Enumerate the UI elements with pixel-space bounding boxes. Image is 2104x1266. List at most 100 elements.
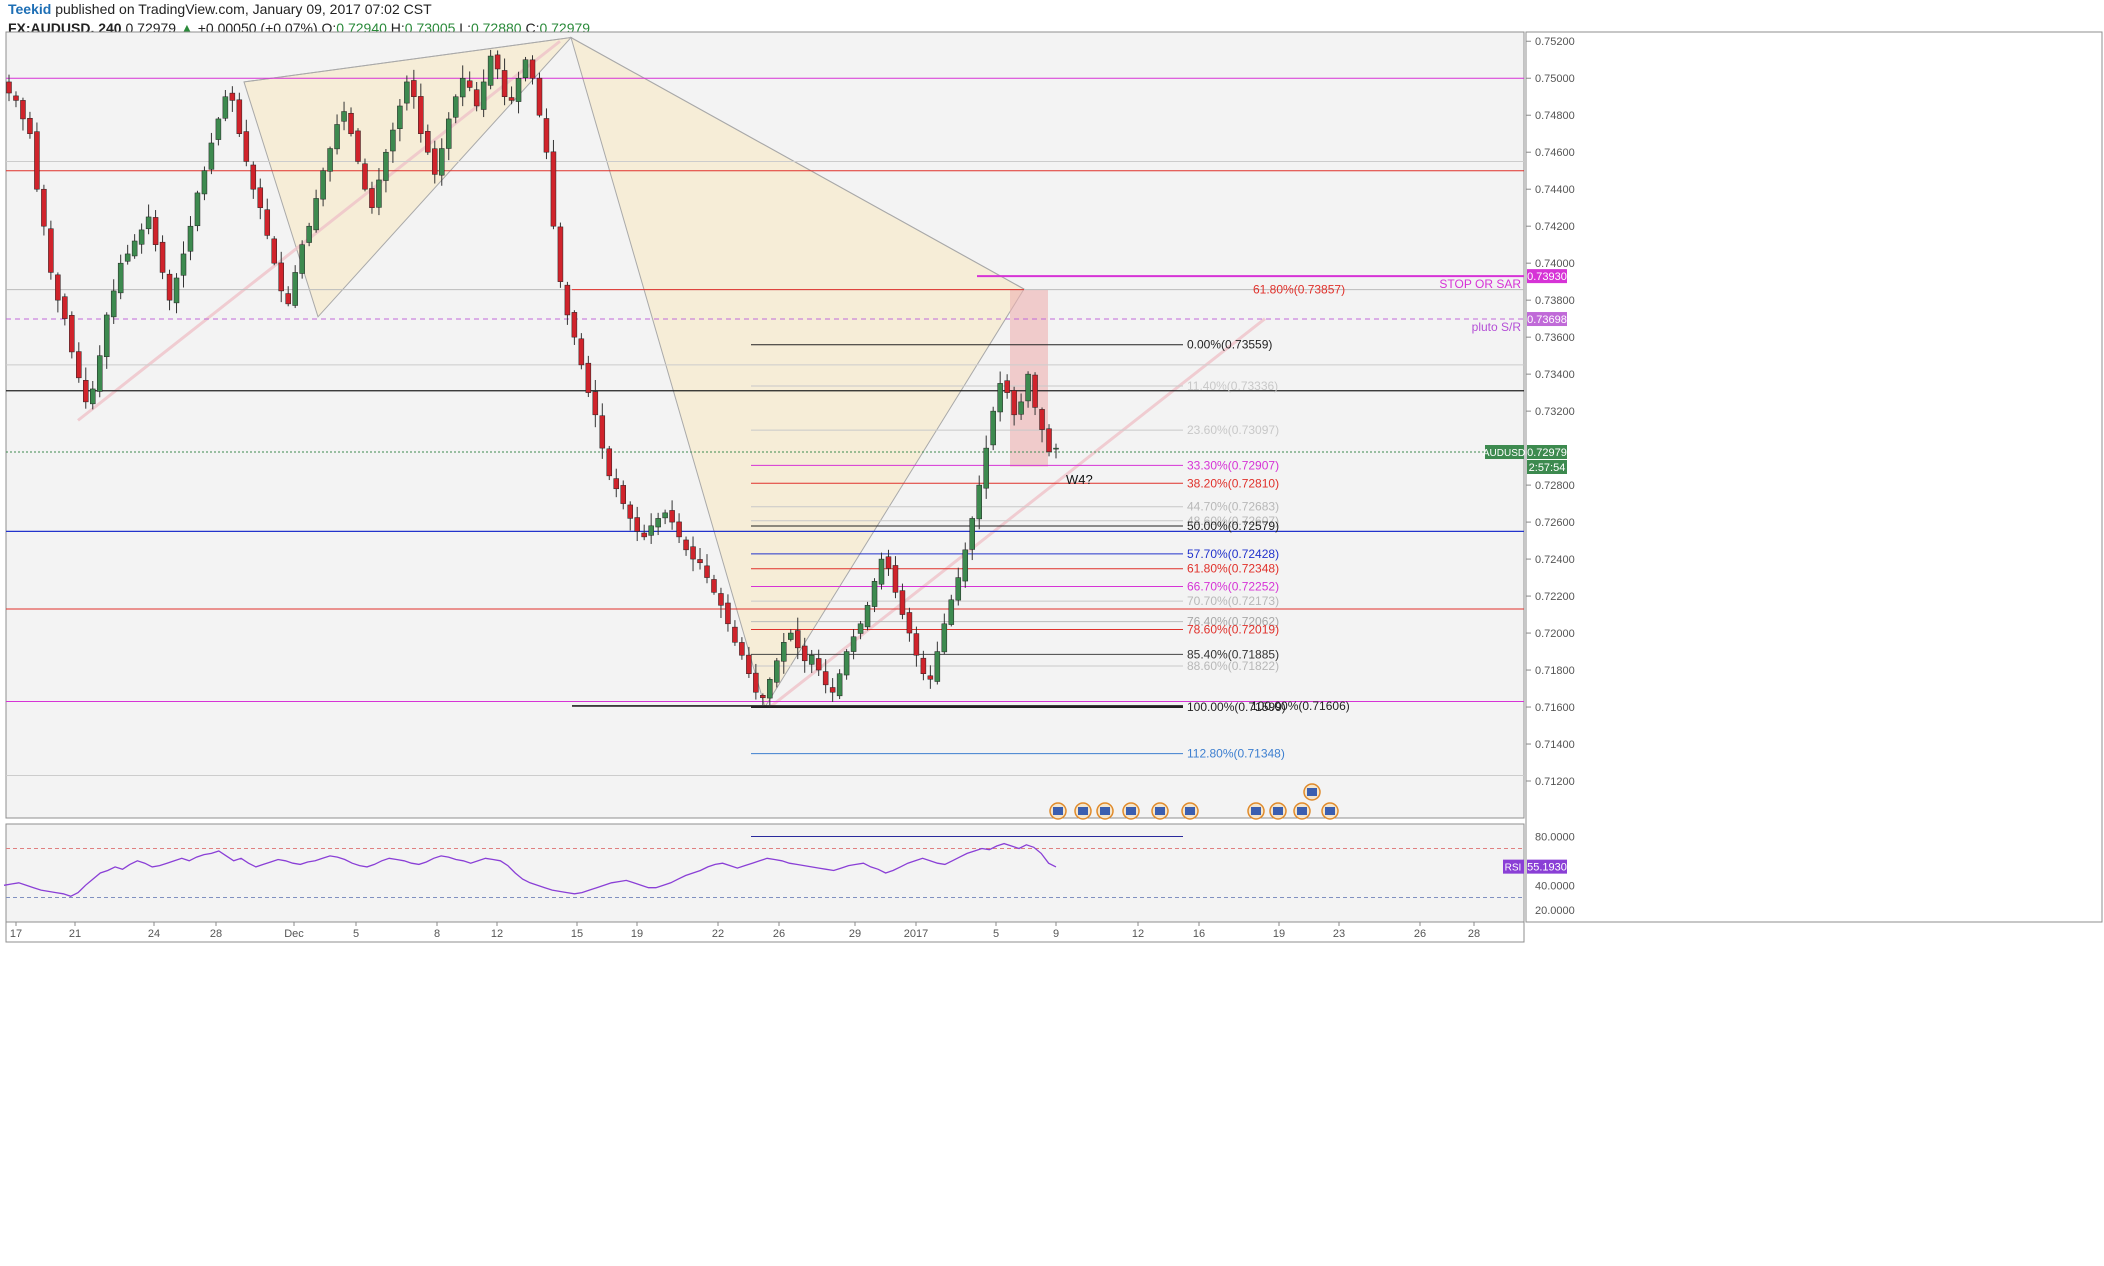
candle-body[interactable] [48, 228, 54, 273]
candle-body[interactable] [739, 642, 745, 656]
candle-body[interactable] [320, 170, 326, 200]
candle-body[interactable] [124, 253, 131, 262]
candle-body[interactable] [439, 148, 445, 176]
candle-body[interactable] [376, 179, 382, 208]
candle-body[interactable] [411, 80, 417, 97]
candle-body[interactable] [613, 478, 620, 490]
candle-body[interactable] [627, 504, 633, 519]
candle-body[interactable] [641, 532, 647, 538]
candle-body[interactable] [131, 240, 138, 257]
candle-body[interactable] [704, 565, 710, 578]
candle-body[interactable] [62, 296, 68, 319]
candle-body[interactable] [334, 124, 340, 150]
candle-body[interactable] [299, 244, 305, 274]
candle-body[interactable] [676, 521, 682, 538]
candle-body[interactable] [194, 192, 201, 227]
candle-body[interactable] [788, 632, 794, 640]
candle-body[interactable] [585, 362, 592, 393]
candle-body[interactable] [1032, 374, 1038, 408]
candle-body[interactable] [76, 351, 82, 379]
candle-body[interactable] [222, 96, 229, 119]
time-axis[interactable] [5, 921, 1525, 943]
candle-body[interactable] [6, 81, 12, 94]
candle-body[interactable] [445, 118, 452, 149]
candle-body[interactable] [425, 131, 431, 153]
candle-body[interactable] [836, 673, 843, 697]
candle-body[interactable] [306, 225, 312, 243]
candle-body[interactable] [1053, 447, 1059, 450]
candle-body[interactable] [432, 148, 438, 175]
candle-body[interactable] [145, 216, 152, 230]
candle-body[interactable] [990, 410, 996, 446]
candle-body[interactable] [159, 241, 166, 273]
candle-body[interactable] [117, 262, 124, 294]
candle-body[interactable] [578, 338, 585, 366]
candle-body[interactable] [110, 290, 117, 318]
candle-body[interactable] [348, 112, 354, 134]
candle-body[interactable] [669, 510, 675, 523]
candle-body[interactable] [997, 383, 1003, 413]
candle-body[interactable] [753, 672, 759, 693]
candle-body[interactable] [648, 525, 654, 536]
candle-body[interactable] [383, 151, 389, 181]
candle-body[interactable] [941, 623, 948, 653]
candle-body[interactable] [341, 111, 347, 122]
candle-body[interactable] [760, 695, 766, 699]
candle-body[interactable] [243, 131, 250, 162]
candle-body[interactable] [313, 198, 319, 231]
candle-body[interactable] [355, 130, 361, 162]
candle-body[interactable] [599, 415, 606, 449]
candle-body[interactable] [1004, 380, 1010, 393]
candle-body[interactable] [746, 654, 752, 674]
candle-body[interactable] [1039, 409, 1045, 430]
candle-body[interactable] [187, 225, 194, 252]
candle-body[interactable] [452, 96, 459, 118]
candle-body[interactable] [878, 558, 885, 585]
candle-body[interactable] [550, 151, 557, 227]
candle-body[interactable] [404, 81, 410, 104]
candle-body[interactable] [459, 77, 466, 98]
candle-body[interactable] [473, 89, 480, 107]
candle-body[interactable] [418, 96, 424, 134]
candle-body[interactable] [522, 59, 529, 78]
candle-body[interactable] [201, 170, 208, 195]
candle-body[interactable] [808, 655, 815, 665]
candle-body[interactable] [229, 92, 236, 101]
candle-body[interactable] [1018, 401, 1024, 415]
candle-body[interactable] [969, 518, 975, 550]
candle-body[interactable] [369, 188, 375, 208]
candle-body[interactable] [536, 77, 543, 116]
candle-body[interactable] [494, 54, 501, 70]
candle-body[interactable] [718, 593, 724, 606]
candle-body[interactable] [683, 539, 689, 551]
candle-body[interactable] [173, 277, 180, 304]
candle-body[interactable] [90, 388, 96, 405]
candle-body[interactable] [55, 274, 61, 301]
candle-body[interactable] [655, 518, 661, 528]
candle-body[interactable] [13, 95, 19, 101]
candle-body[interactable] [557, 226, 564, 282]
candle-body[interactable] [976, 484, 982, 520]
candle-body[interactable] [529, 59, 536, 79]
candle-body[interactable] [208, 142, 215, 170]
candle-body[interactable] [774, 660, 780, 683]
candle-body[interactable] [508, 97, 515, 101]
candle-body[interactable] [857, 623, 864, 634]
candle-body[interactable] [948, 599, 955, 625]
candle-body[interactable] [390, 129, 396, 152]
candle-body[interactable] [20, 100, 26, 120]
candle-body[interactable] [906, 612, 913, 634]
candle-body[interactable] [292, 272, 298, 306]
candle-body[interactable] [278, 262, 284, 292]
candle-body[interactable] [843, 651, 850, 676]
candle-body[interactable] [83, 380, 89, 403]
candle-body[interactable] [466, 80, 473, 88]
candle-body[interactable] [864, 605, 871, 628]
candle-body[interactable] [829, 687, 836, 693]
candle-body[interactable] [564, 284, 571, 316]
candle-body[interactable] [606, 448, 613, 477]
candle-body[interactable] [871, 581, 878, 607]
candle-body[interactable] [815, 658, 822, 671]
candle-body[interactable] [180, 253, 187, 276]
candle-body[interactable] [962, 549, 969, 582]
